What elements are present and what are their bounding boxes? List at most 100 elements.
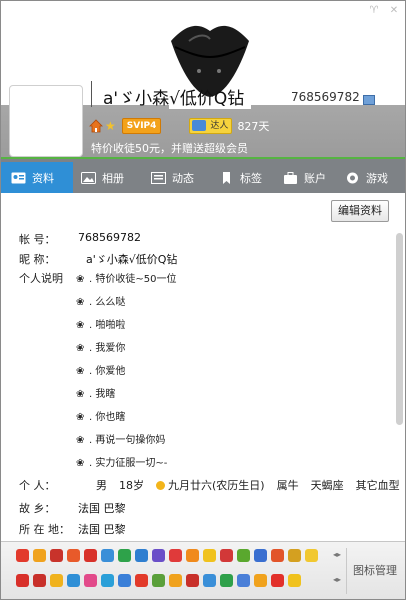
tab-album[interactable]: 相册 — [73, 162, 147, 193]
svip-badge[interactable]: SVIP4 — [121, 118, 162, 134]
bio-line: ❀. 再说一句操你妈 — [76, 435, 166, 446]
nickname: a'ゞ小森√低价Q钻 — [103, 89, 245, 109]
paw-icon: ❀ — [76, 435, 85, 446]
service-icon[interactable] — [237, 549, 250, 562]
name-divider — [91, 81, 92, 107]
service-icon[interactable] — [118, 549, 131, 562]
service-icon[interactable] — [118, 574, 131, 587]
icon-row-2 — [16, 574, 301, 587]
tab-account[interactable]: 账户 — [281, 162, 345, 193]
service-icon[interactable] — [33, 549, 46, 562]
edit-profile-button[interactable]: 编辑资料 — [331, 200, 389, 222]
feed-icon — [151, 171, 166, 184]
service-icon[interactable] — [152, 549, 165, 562]
icon-manage-button[interactable]: 图标管理 — [353, 562, 397, 578]
bio-line: ❀. 实力征服一切~- — [76, 458, 168, 469]
daren-badge[interactable]: 达人 — [189, 118, 233, 134]
location-row: 所 在 地： 法国 巴黎 — [19, 521, 126, 537]
profile-window: ♈ ✕ a'ゞ小森√低价Q钻 768569782 ★ SVIP4 达人 827天… — [0, 0, 406, 600]
tab-label: 相册 — [102, 171, 124, 185]
photo-album-icon — [81, 171, 96, 184]
scrollbar[interactable] — [396, 233, 403, 425]
home-icon[interactable] — [89, 119, 103, 133]
service-icon[interactable] — [101, 574, 114, 587]
paw-icon: ❀ — [76, 458, 85, 469]
tab-label: 动态 — [172, 171, 194, 185]
service-icon[interactable] — [203, 574, 216, 587]
bio-label: 个人说明 — [19, 272, 63, 285]
service-icon[interactable] — [135, 574, 148, 587]
tab-label: 游戏 — [366, 171, 388, 185]
account-label: 帐 号： — [19, 233, 56, 246]
tab-games[interactable]: 游戏 — [345, 162, 405, 193]
service-icon[interactable] — [186, 549, 199, 562]
service-icon[interactable] — [169, 549, 182, 562]
service-icon[interactable] — [101, 549, 114, 562]
service-icon[interactable] — [67, 549, 80, 562]
bio-line: ❀. 啪啪啦 — [76, 320, 126, 331]
service-icon[interactable] — [67, 574, 80, 587]
tab-tags[interactable]: 标签 — [217, 162, 281, 193]
service-icon[interactable] — [220, 549, 233, 562]
badge-row: ★ SVIP4 达人 827天 — [89, 118, 269, 134]
hometown-row: 故 乡： 法国 巴黎 — [19, 500, 126, 516]
service-icon[interactable] — [220, 574, 233, 587]
service-icon[interactable] — [186, 574, 199, 587]
qq-number: 768569782 — [291, 90, 360, 104]
account-icon — [284, 171, 297, 184]
service-icon[interactable] — [50, 574, 63, 587]
row1-arrows-icon[interactable]: ◂▸ — [333, 550, 341, 559]
nickname-value: a'ゞ小森√低价Q钻 — [86, 253, 178, 266]
icon-row-1 — [16, 549, 318, 562]
service-icon[interactable] — [169, 574, 182, 587]
service-icon[interactable] — [237, 574, 250, 587]
profile-details: 编辑资料 帐 号： 768569782 昵 称： a'ゞ小森√低价Q钻 个人说明… — [1, 193, 405, 537]
star-icon: ★ — [105, 119, 116, 133]
profile-header: ♈ ✕ a'ゞ小森√低价Q钻 768569782 ★ SVIP4 达人 827天… — [1, 1, 405, 159]
bio-line: ❀. 你爱他 — [76, 366, 126, 377]
service-icon[interactable] — [288, 549, 301, 562]
service-icon[interactable] — [16, 549, 29, 562]
service-icon[interactable] — [271, 549, 284, 562]
bio-line: ❀. 特价收徒~50一位 — [76, 274, 177, 285]
service-icon[interactable] — [203, 549, 216, 562]
tab-label: 资料 — [32, 171, 54, 185]
paw-icon: ❀ — [76, 366, 85, 377]
paw-icon: ❀ — [76, 297, 85, 308]
service-icon[interactable] — [152, 574, 165, 587]
close-icon[interactable]: ✕ — [387, 5, 401, 17]
service-icon[interactable] — [254, 574, 267, 587]
game-icon — [347, 172, 358, 183]
service-icon[interactable] — [33, 574, 46, 587]
paw-icon: ❀ — [76, 389, 85, 400]
paw-icon: ❀ — [76, 343, 85, 354]
tab-feed[interactable]: 动态 — [147, 162, 217, 193]
hometown-label: 故 乡： — [19, 502, 56, 515]
service-icon[interactable] — [84, 549, 97, 562]
nickname-row: 昵 称： a'ゞ小森√低价Q钻 — [19, 251, 177, 267]
daren-label: 达人 — [210, 121, 229, 131]
service-icon[interactable] — [50, 549, 63, 562]
bio-line: ❀. 你也瞎 — [76, 412, 126, 423]
daren-days: 827天 — [237, 120, 270, 133]
skin-icon[interactable]: ♈ — [367, 5, 381, 17]
tab-profile[interactable]: 资料 — [1, 162, 73, 193]
service-icon[interactable] — [271, 574, 284, 587]
service-icon[interactable] — [288, 574, 301, 587]
service-icon[interactable] — [305, 549, 318, 562]
location-label: 所 在 地： — [19, 523, 70, 536]
service-icon[interactable] — [16, 574, 29, 587]
paw-icon: ❀ — [76, 412, 85, 423]
nickname-label: 昵 称： — [19, 253, 56, 266]
row2-arrows-icon[interactable]: ◂▸ — [333, 575, 341, 584]
profile-card-icon — [11, 172, 26, 183]
tray-divider — [346, 548, 347, 594]
bookmark-icon — [223, 171, 230, 184]
avatar[interactable] — [9, 85, 83, 157]
tab-bar: 资料 相册 动态 标签 账户 游戏 — [1, 162, 405, 193]
service-icon[interactable] — [84, 574, 97, 587]
service-icon[interactable] — [135, 549, 148, 562]
blood-type: 其它血型 — [355, 479, 400, 492]
service-icon[interactable] — [254, 549, 267, 562]
qzone-icon[interactable] — [363, 95, 375, 105]
